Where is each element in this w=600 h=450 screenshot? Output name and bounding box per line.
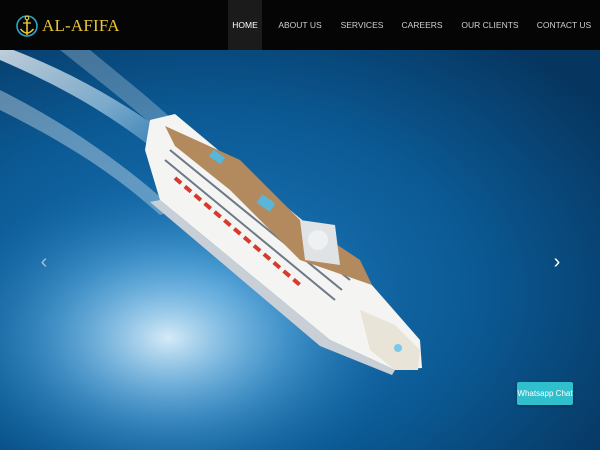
hero-carousel: ‹ › Whatsapp Chat — [0, 50, 600, 450]
nav-item-services[interactable]: SERVICES — [336, 0, 388, 50]
chevron-right-icon: › — [553, 250, 561, 273]
chevron-left-icon: ‹ — [40, 250, 48, 273]
main-nav: HOME ABOUT US SERVICES CAREERS OUR CLIEN… — [228, 0, 600, 50]
whatsapp-chat-button[interactable]: Whatsapp Chat — [517, 382, 573, 405]
top-navbar: AL-AFIFA HOME ABOUT US SERVICES CAREERS … — [0, 0, 600, 50]
cruise-ship-hero-image — [0, 50, 600, 450]
carousel-next-button[interactable]: › — [547, 250, 567, 274]
anchor-icon — [16, 15, 38, 37]
nav-item-contact-us[interactable]: CONTACT US — [534, 0, 594, 50]
nav-item-our-clients[interactable]: OUR CLIENTS — [456, 0, 524, 50]
page: AL-AFIFA HOME ABOUT US SERVICES CAREERS … — [0, 0, 600, 450]
nav-item-home[interactable]: HOME — [228, 0, 262, 50]
nav-item-careers[interactable]: CAREERS — [396, 0, 448, 50]
brand-name: AL-AFIFA — [42, 16, 120, 35]
brand-logo-link[interactable]: AL-AFIFA — [16, 12, 120, 40]
carousel-prev-button[interactable]: ‹ — [34, 250, 54, 274]
nav-item-about-us[interactable]: ABOUT US — [274, 0, 326, 50]
